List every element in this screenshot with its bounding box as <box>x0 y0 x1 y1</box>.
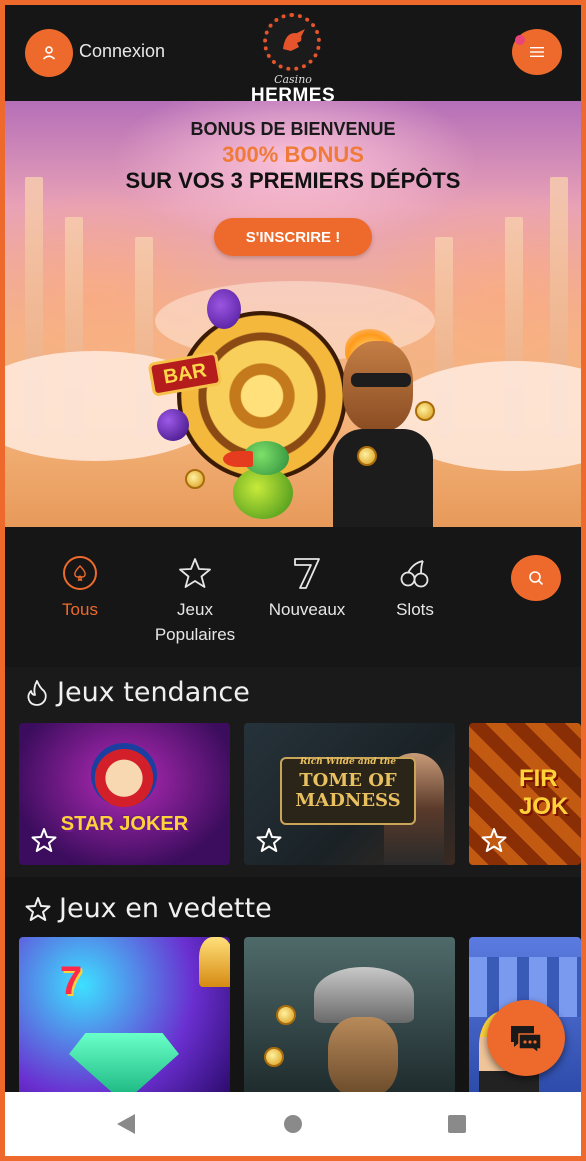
spade-icon <box>63 556 97 590</box>
star-icon <box>179 558 211 588</box>
favorite-star-icon[interactable] <box>481 827 507 853</box>
casino-hermes-logo[interactable]: Casino HERMES <box>243 13 343 106</box>
search-button[interactable] <box>511 555 561 601</box>
game-title-line2: JOK <box>519 793 569 820</box>
banner-title: BONUS DE BIENVENUE <box>190 119 396 139</box>
back-icon[interactable] <box>117 1114 135 1134</box>
app-frame: Connexion Casino HERMES BONUS DE BIENVEN… <box>5 5 581 1156</box>
featured-title: Jeux en vedette <box>25 893 272 924</box>
home-icon[interactable] <box>284 1115 302 1133</box>
category-label: Nouveaux <box>268 600 346 619</box>
hamburger-icon <box>530 47 544 57</box>
flame-icon <box>27 679 47 706</box>
recent-apps-icon[interactable] <box>448 1115 466 1133</box>
category-label: Jeux Populaires <box>147 597 243 647</box>
game-subtitle: Rich Wilde and the <box>299 757 397 767</box>
helmet-illustration <box>314 967 414 1023</box>
category-tous[interactable]: Tous <box>57 555 103 622</box>
game-title: 7 <box>59 959 83 1003</box>
game-tile-tome-of-madness[interactable]: Rich Wilde and the TOME OF MADNESS <box>244 723 455 865</box>
category-label: Slots <box>396 600 434 619</box>
coin-icon <box>357 446 377 466</box>
section-title-text: Jeux tendance <box>57 677 250 708</box>
category-label: Tous <box>62 600 98 619</box>
game-tile-gem[interactable]: 7 <box>19 937 230 1097</box>
coin-icon <box>185 469 205 489</box>
search-icon <box>529 571 544 586</box>
notification-dot <box>515 35 525 45</box>
hermes-head-icon <box>263 13 321 71</box>
cherries-icon <box>400 560 429 588</box>
seven-icon <box>294 558 320 589</box>
joker-illustration <box>91 743 157 807</box>
game-tile-star-joker[interactable]: STAR JOKER <box>19 723 230 865</box>
game-tile-gonzo[interactable] <box>244 937 455 1097</box>
coin-icon <box>415 401 435 421</box>
trending-section: Jeux tendance STAR JOKER Rich Wilde and … <box>5 667 581 877</box>
parrot-illustration <box>223 437 315 519</box>
grapes-icon <box>207 289 241 329</box>
game-title: TOME OF MADNESS <box>295 770 401 811</box>
plum-icon <box>157 409 189 441</box>
star-icon <box>25 896 51 921</box>
game-tile-fire-joker[interactable]: FIR JOK <box>469 723 581 865</box>
coin-icon <box>264 1047 284 1067</box>
user-icon <box>42 46 56 60</box>
signup-button[interactable]: S'INSCRIRE ! <box>214 218 372 256</box>
trending-title: Jeux tendance <box>25 677 250 708</box>
category-nav: Tous Jeux Populaires Nouveaux Slots <box>5 527 581 667</box>
chat-bubble-icon <box>511 1026 542 1054</box>
coin-icon <box>276 1005 296 1025</box>
login-button[interactable] <box>25 29 73 77</box>
banner-subtitle: SUR VOS 3 PREMIERS DÉPÔTS <box>125 168 461 193</box>
favorite-star-icon[interactable] <box>256 827 282 853</box>
character-illustration <box>333 341 443 527</box>
category-label-line1: Jeux <box>177 600 213 619</box>
category-jeux-populaires[interactable]: Jeux Populaires <box>147 555 243 647</box>
bell-illustration <box>199 937 230 987</box>
featured-section: Jeux en vedette 7 <box>5 877 581 1097</box>
login-label[interactable]: Connexion <box>79 41 165 62</box>
banner-bonus: 300% BONUS <box>222 142 364 167</box>
game-title-line1: FIR <box>519 765 558 792</box>
header: Connexion Casino HERMES <box>5 5 581 106</box>
diamond-illustration <box>69 1033 179 1097</box>
section-title-text: Jeux en vedette <box>59 893 272 924</box>
welcome-bonus-banner[interactable]: BONUS DE BIENVENUE 300% BONUS SUR VOS 3 … <box>5 101 581 527</box>
favorite-star-icon[interactable] <box>31 827 57 853</box>
game-title: FIR JOK <box>519 765 581 821</box>
category-nouveaux[interactable]: Nouveaux <box>259 555 355 622</box>
face-illustration <box>328 1017 398 1097</box>
category-label-line2: Populaires <box>154 625 236 644</box>
system-nav-bar <box>5 1092 581 1156</box>
live-chat-button[interactable] <box>487 1000 565 1076</box>
category-slots[interactable]: Slots <box>385 555 445 622</box>
